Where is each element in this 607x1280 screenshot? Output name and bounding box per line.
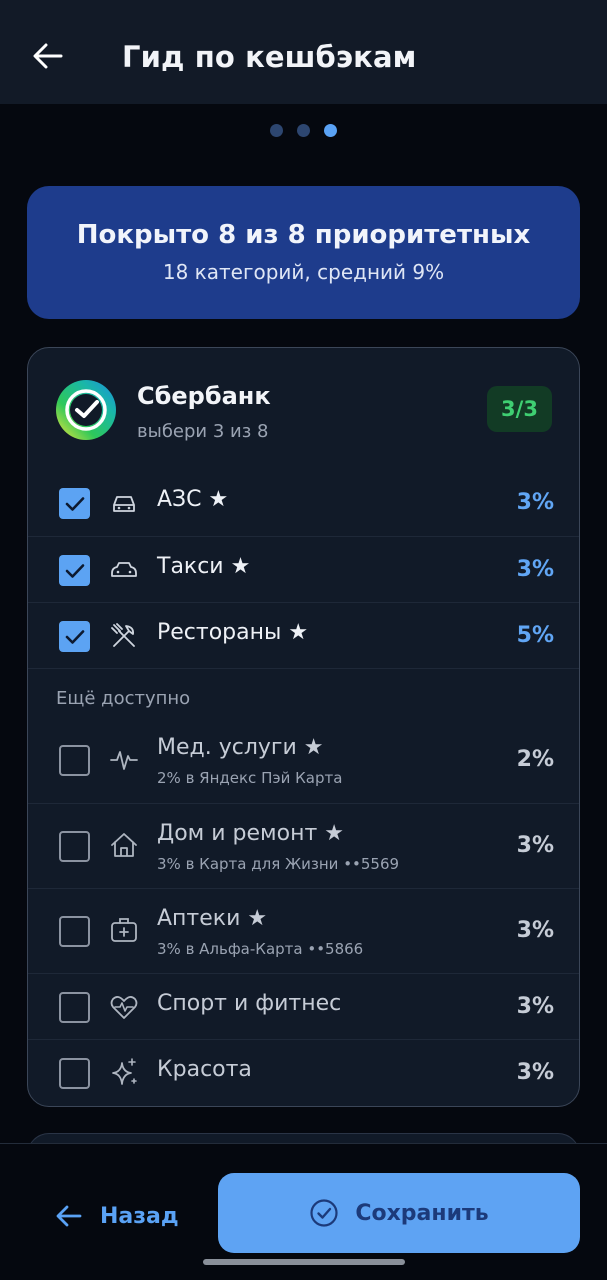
category-percent: 3% (516, 557, 554, 582)
category-percent: 3% (516, 918, 554, 943)
category-row-pharmacy[interactable]: Аптеки ★ 3% в Альфа-Карта ••5866 3% (28, 888, 579, 973)
pulse-icon (110, 751, 138, 770)
arrow-left-icon (33, 43, 63, 69)
arrow-left-icon (56, 1205, 82, 1227)
checkbox-unchecked[interactable] (59, 831, 90, 862)
step-dot-1 (270, 124, 283, 137)
heart-pulse-icon (110, 996, 138, 1019)
checkbox-unchecked[interactable] (59, 1058, 90, 1089)
category-percent: 3% (516, 1060, 554, 1085)
checkbox-checked[interactable] (59, 621, 90, 652)
save-button-label: Сохранить (355, 1200, 489, 1226)
category-percent: 3% (516, 833, 554, 858)
checkbox-unchecked[interactable] (59, 916, 90, 947)
available-section-label: Ещё доступно (56, 688, 191, 709)
category-label: Мед. услуги ★ (157, 735, 324, 760)
category-label: Спорт и фитнес (157, 991, 342, 1016)
coverage-summary-banner: Покрыто 8 из 8 приоритетных 18 категорий… (27, 186, 580, 319)
category-subtext: 3% в Альфа-Карта ••5866 (157, 940, 364, 958)
checkmark-icon (65, 496, 84, 511)
category-percent: 5% (516, 623, 554, 648)
checkbox-unchecked[interactable] (59, 992, 90, 1023)
category-subtext: 3% в Карта для Жизни ••5569 (157, 855, 400, 873)
app-screen: Гид по кешбэкам Покрыто 8 из 8 приоритет… (0, 0, 607, 1280)
check-circle-icon (310, 1199, 338, 1227)
selection-count-badge: 3/3 (487, 386, 552, 432)
checkbox-checked[interactable] (59, 555, 90, 586)
utensils-icon (111, 623, 135, 647)
category-label: Такси ★ (157, 554, 251, 579)
category-label: Аптеки ★ (157, 906, 268, 931)
category-percent: 3% (516, 490, 554, 515)
car-icon (113, 496, 135, 512)
checkbox-unchecked[interactable] (59, 745, 90, 776)
category-row-restaurants[interactable]: Рестораны ★ 5% (28, 602, 579, 668)
checkbox-checked[interactable] (59, 488, 90, 519)
step-dot-3-active (324, 124, 337, 137)
category-label: АЗС ★ (157, 487, 229, 512)
divider (28, 668, 579, 669)
step-indicator (0, 124, 607, 137)
back-button[interactable]: Назад (56, 1196, 179, 1236)
checkmark-icon (65, 563, 84, 578)
category-row-home-repair[interactable]: Дом и ремонт ★ 3% в Карта для Жизни ••55… (28, 803, 579, 888)
category-row-azs[interactable]: АЗС ★ 3% (28, 470, 579, 536)
bank-selection-hint: выбери 3 из 8 (137, 421, 269, 442)
summary-subtitle: 18 категорий, средний 9% (162, 260, 445, 284)
sparkles-icon (112, 1058, 137, 1085)
category-label: Красота (157, 1057, 252, 1082)
summary-title: Покрыто 8 из 8 приоритетных (76, 220, 531, 250)
bank-card-sberbank: Сбербанк выбери 3 из 8 3/3 АЗС ★ 3% Такс… (27, 347, 580, 1107)
category-row-medical[interactable]: Мед. услуги ★ 2% в Яндекс Пэй Карта 2% (28, 718, 579, 803)
save-button[interactable]: Сохранить (218, 1173, 580, 1253)
top-bar: Гид по кешбэкам (0, 0, 607, 104)
category-row-taxi[interactable]: Такси ★ 3% (28, 536, 579, 602)
category-row-sport[interactable]: Спорт и фитнес 3% (28, 973, 579, 1039)
category-row-beauty[interactable]: Красота 3% (28, 1039, 579, 1105)
category-percent: 3% (516, 994, 554, 1019)
category-subtext: 2% в Яндекс Пэй Карта (157, 769, 343, 787)
back-button-label: Назад (100, 1203, 179, 1229)
page-title: Гид по кешбэкам (122, 40, 417, 74)
checkmark-icon (65, 629, 84, 644)
category-percent: 2% (516, 747, 554, 772)
house-icon (111, 833, 137, 857)
sberbank-logo-icon (56, 380, 116, 440)
bank-name: Сбербанк (137, 382, 271, 410)
category-label: Рестораны ★ (157, 620, 309, 645)
step-dot-2 (297, 124, 310, 137)
category-label: Дом и ремонт ★ (157, 821, 344, 846)
taxi-icon (111, 562, 137, 577)
home-indicator[interactable] (203, 1259, 405, 1265)
first-aid-icon (111, 918, 137, 942)
back-arrow-button[interactable] (26, 34, 70, 78)
